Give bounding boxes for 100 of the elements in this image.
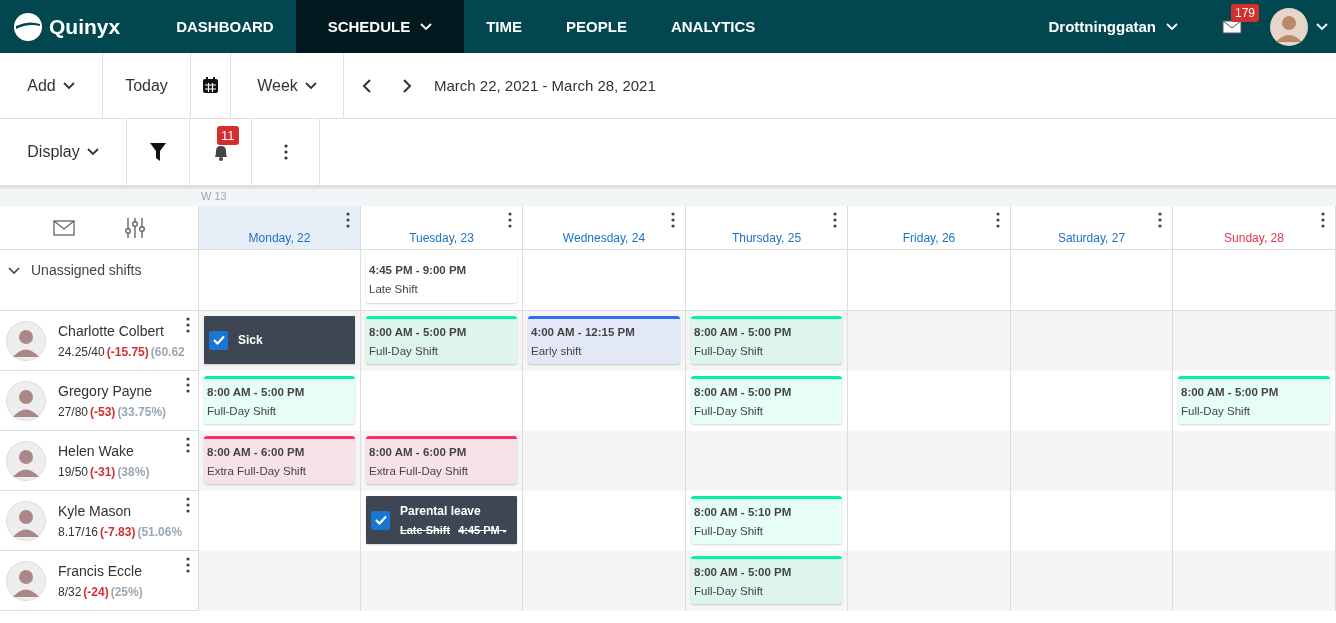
more-icon[interactable] xyxy=(186,497,190,513)
schedule-cell[interactable] xyxy=(523,551,686,611)
schedule-cell[interactable]: 8:00 AM - 5:10 PM Full-Day Shift xyxy=(686,491,848,551)
display-dropdown[interactable]: Display xyxy=(0,119,127,185)
alerts-button[interactable]: 11 xyxy=(190,119,252,185)
schedule-cell[interactable]: 4:00 AM - 12:15 PM Early shift xyxy=(523,311,686,371)
schedule-cell[interactable] xyxy=(848,431,1011,491)
schedule-cell[interactable] xyxy=(1173,311,1336,371)
schedule-cell[interactable]: 8:00 AM - 5:00 PM Full-Day Shift xyxy=(1173,371,1336,431)
shift-card[interactable]: 8:00 AM - 6:00 PM Extra Full-Day Shift xyxy=(204,436,355,484)
hours-difference: (-31) xyxy=(90,464,116,479)
hours-difference: (-24) xyxy=(83,584,109,599)
absence-card[interactable]: Sick xyxy=(204,316,355,364)
schedule-cell[interactable]: Parental leave Late Shift 4:45 PM - xyxy=(361,491,523,551)
schedule-cell[interactable] xyxy=(1173,431,1336,491)
day-header[interactable]: Thursday, 25 xyxy=(686,206,848,250)
shift-card[interactable]: 8:00 AM - 5:00 PM Full-Day Shift xyxy=(366,316,517,364)
avatar-icon xyxy=(6,500,46,541)
hours-difference: (-7.83) xyxy=(100,524,136,539)
schedule-cell[interactable] xyxy=(1173,551,1336,611)
checkmark-icon xyxy=(212,335,225,345)
absence-title: Sick xyxy=(238,333,263,347)
avatar-icon[interactable] xyxy=(1270,7,1308,46)
more-icon[interactable] xyxy=(186,557,190,573)
schedule-cell[interactable]: 8:00 AM - 5:00 PM Full-Day Shift xyxy=(686,311,848,371)
day-header[interactable]: Monday, 22 xyxy=(199,206,361,250)
open-shift-card[interactable]: 4:45 PM - 9:00 PM Late Shift xyxy=(366,255,517,303)
schedule-cell[interactable]: Sick xyxy=(199,311,361,371)
more-icon[interactable] xyxy=(508,212,512,228)
employee-name[interactable]: Francis Eccle xyxy=(58,562,143,579)
shift-card[interactable]: 4:00 AM - 12:15 PM Early shift xyxy=(528,316,680,364)
shift-card[interactable]: 8:00 AM - 5:00 PM Full-Day Shift xyxy=(691,556,842,604)
schedule-cell[interactable] xyxy=(523,431,686,491)
mail-icon[interactable] xyxy=(1222,19,1242,34)
add-button[interactable]: Add xyxy=(0,53,103,118)
schedule-cell[interactable] xyxy=(1011,431,1173,491)
more-icon[interactable] xyxy=(346,212,350,228)
employee-name[interactable]: Helen Wake xyxy=(58,442,150,459)
more-icon[interactable] xyxy=(833,212,837,228)
checkbox[interactable] xyxy=(209,330,228,350)
schedule-cell[interactable] xyxy=(199,551,361,611)
more-icon[interactable] xyxy=(186,437,190,453)
today-button[interactable]: Today xyxy=(103,53,191,118)
absence-card[interactable]: Parental leave Late Shift 4:45 PM - xyxy=(366,496,517,544)
day-label: Thursday, 25 xyxy=(731,231,802,245)
schedule-cell[interactable] xyxy=(1011,311,1173,371)
schedule-cell[interactable] xyxy=(361,551,523,611)
schedule-cell[interactable]: 8:00 AM - 5:00 PM Full-Day Shift xyxy=(361,311,523,371)
sliders-icon[interactable] xyxy=(125,216,145,239)
employee-name[interactable]: Gregory Payne xyxy=(58,382,167,399)
shift-card[interactable]: 8:00 AM - 5:10 PM Full-Day Shift xyxy=(691,496,842,544)
shift-card[interactable]: 8:00 AM - 5:00 PM Full-Day Shift xyxy=(691,316,842,364)
location-dropdown[interactable]: Drottninggatan xyxy=(1026,0,1200,53)
more-icon[interactable] xyxy=(1158,212,1162,228)
schedule-cell[interactable]: 8:00 AM - 5:00 PM Full-Day Shift xyxy=(199,371,361,431)
schedule-cell[interactable]: 8:00 AM - 6:00 PM Extra Full-Day Shift xyxy=(361,431,523,491)
checkbox[interactable] xyxy=(371,510,390,530)
view-dropdown[interactable]: Week xyxy=(231,53,344,118)
more-icon[interactable] xyxy=(186,317,190,333)
more-icon[interactable] xyxy=(1321,212,1325,228)
checkmark-icon xyxy=(374,515,387,525)
mail-icon[interactable] xyxy=(53,219,75,236)
day-header[interactable]: Sunday, 28 xyxy=(1173,206,1336,250)
avatar-icon xyxy=(6,320,46,361)
day-header[interactable]: Saturday, 27 xyxy=(1011,206,1173,250)
schedule-cell[interactable] xyxy=(848,311,1011,371)
date-range: March 22, 2021 - March 28, 2021 xyxy=(434,77,656,94)
schedule-cell[interactable]: 8:00 AM - 5:00 PM Full-Day Shift xyxy=(686,371,848,431)
day-label: Wednesday, 24 xyxy=(562,231,646,245)
chevron-left-icon[interactable] xyxy=(362,78,372,93)
schedule-cell[interactable]: 8:00 AM - 6:00 PM Extra Full-Day Shift xyxy=(199,431,361,491)
nav-tab[interactable]: TIME xyxy=(464,0,545,53)
more-icon[interactable] xyxy=(186,377,190,393)
shift-card[interactable]: 8:00 AM - 6:00 PM Extra Full-Day Shift xyxy=(366,436,517,484)
employee-name[interactable]: Charlotte Colbert xyxy=(58,322,185,339)
schedule-cell[interactable] xyxy=(848,551,1011,611)
nav-tab[interactable]: SCHEDULE xyxy=(295,0,465,53)
day-header[interactable]: Wednesday, 24 xyxy=(523,206,686,250)
chevron-down-icon[interactable] xyxy=(8,267,20,275)
shift-card[interactable]: 8:00 AM - 5:00 PM Full-Day Shift xyxy=(204,376,355,424)
schedule-cell[interactable] xyxy=(1011,551,1173,611)
shift-time: 8:00 AM - 6:00 PM xyxy=(207,446,306,458)
shift-card[interactable]: 8:00 AM - 5:00 PM Full-Day Shift xyxy=(691,376,842,424)
nav-tab[interactable]: ANALYTICS xyxy=(648,0,778,53)
employee-name[interactable]: Kyle Mason xyxy=(58,502,183,519)
day-header[interactable]: Tuesday, 23 xyxy=(361,206,523,250)
chevron-down-icon xyxy=(304,81,317,90)
day-header[interactable]: Friday, 26 xyxy=(848,206,1011,250)
more-icon[interactable] xyxy=(671,212,675,228)
nav-tab[interactable]: PEOPLE xyxy=(544,0,649,53)
shift-card[interactable]: 8:00 AM - 5:00 PM Full-Day Shift xyxy=(1178,376,1330,424)
avatar-icon xyxy=(6,560,46,601)
logo-icon xyxy=(13,11,43,42)
schedule-cell[interactable]: 8:00 AM - 5:00 PM Full-Day Shift xyxy=(686,551,848,611)
shift-time: 4:45 PM - 9:00 PM xyxy=(369,263,468,276)
schedule-cell[interactable] xyxy=(686,431,848,491)
nav-tab[interactable]: DASHBOARD xyxy=(154,0,296,53)
more-icon[interactable] xyxy=(996,212,1000,228)
schedule-cell[interactable]: 4:45 PM - 9:00 PM Late Shift xyxy=(361,250,523,311)
chevron-right-icon[interactable] xyxy=(402,78,412,93)
